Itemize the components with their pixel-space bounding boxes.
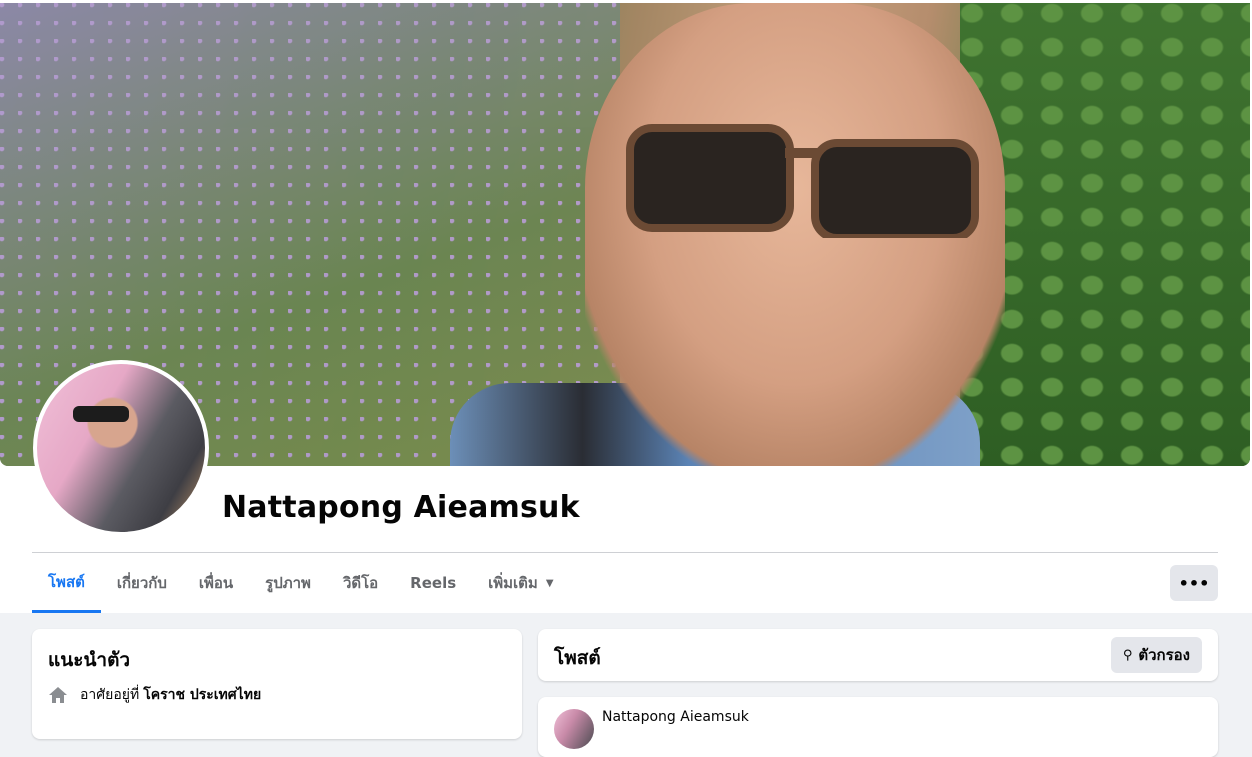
intro-card: แนะนำตัว อาศัยอยู่ที่ โคราช ประเทศไทย: [32, 629, 522, 739]
tab-about[interactable]: เกี่ยวกับ: [101, 553, 183, 613]
home-icon: [49, 687, 67, 703]
filter-label: ตัวกรอง: [1138, 646, 1190, 664]
lives-place[interactable]: โคราช ประเทศไทย: [143, 684, 261, 706]
tab-more-label: เพิ่มเติม: [488, 574, 538, 592]
caret-down-icon: ▼: [545, 577, 554, 589]
post-author-avatar[interactable]: [554, 709, 594, 749]
lives-prefix: อาศัยอยู่ที่: [80, 687, 140, 703]
posts-header-card: โพสต์ ⚲ ตัวกรอง: [538, 629, 1218, 681]
profile-name: Nattapong Aieamsuk: [222, 490, 580, 525]
profile-tabs: โพสต์ เกี่ยวกับ เพื่อน รูปภาพ วิดีโอ Ree…: [32, 553, 570, 613]
cover-sunglasses: [626, 124, 979, 238]
tab-more[interactable]: เพิ่มเติม ▼: [472, 553, 569, 613]
avatar-sunglasses: [73, 406, 129, 422]
intro-lives-in: อาศัยอยู่ที่ โคราช ประเทศไทย: [48, 684, 261, 706]
post-card: Nattapong Aieamsuk: [538, 697, 1218, 757]
posts-title: โพสต์: [554, 647, 601, 669]
tab-friends[interactable]: เพื่อน: [183, 553, 249, 613]
tab-videos[interactable]: วิดีโอ: [327, 553, 394, 613]
tab-posts[interactable]: โพสต์: [32, 553, 101, 613]
profile-header: Nattapong Aieamsuk โพสต์ เกี่ยวกับ เพื่อ…: [0, 0, 1252, 613]
filter-button[interactable]: ⚲ ตัวกรอง: [1110, 637, 1202, 673]
more-options-button[interactable]: •••: [1170, 565, 1218, 601]
tab-photos[interactable]: รูปภาพ: [249, 553, 327, 613]
filter-icon: ⚲: [1122, 647, 1133, 663]
intro-title: แนะนำตัว: [48, 649, 131, 671]
tab-reels[interactable]: Reels: [394, 553, 472, 613]
profile-avatar[interactable]: [33, 360, 209, 536]
post-author-name[interactable]: Nattapong Aieamsuk: [602, 709, 749, 725]
